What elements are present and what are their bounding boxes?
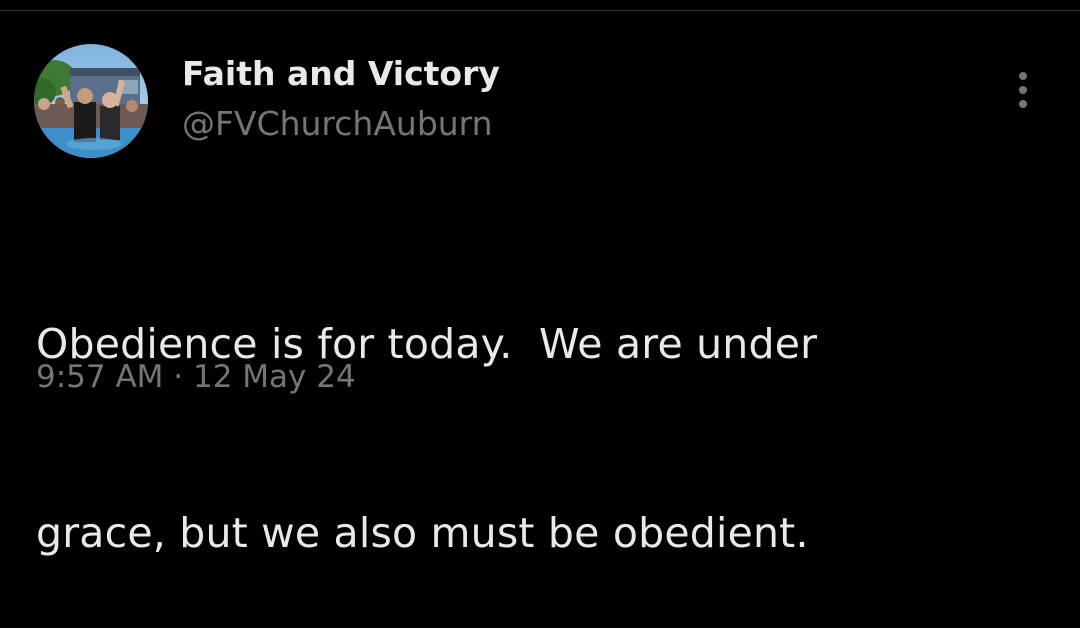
author-avatar[interactable] <box>34 44 148 158</box>
more-options-icon[interactable] <box>1006 70 1040 110</box>
tweet-timestamp[interactable]: 9:57 AM · 12 May 24 <box>36 355 356 399</box>
avatar-photo <box>34 44 148 158</box>
author-handle[interactable]: @FVChurchAuburn <box>182 102 493 146</box>
tweet-text: Obedience is for today. We are under gra… <box>36 187 1036 628</box>
more-dot-2 <box>1019 86 1027 94</box>
more-dot-1 <box>1019 72 1027 80</box>
author-display-name[interactable]: Faith and Victory <box>182 52 500 96</box>
top-divider <box>0 10 1080 11</box>
tweet-text-line-2: grace, but we also must be obedient. <box>36 509 809 557</box>
more-dot-3 <box>1019 100 1027 108</box>
